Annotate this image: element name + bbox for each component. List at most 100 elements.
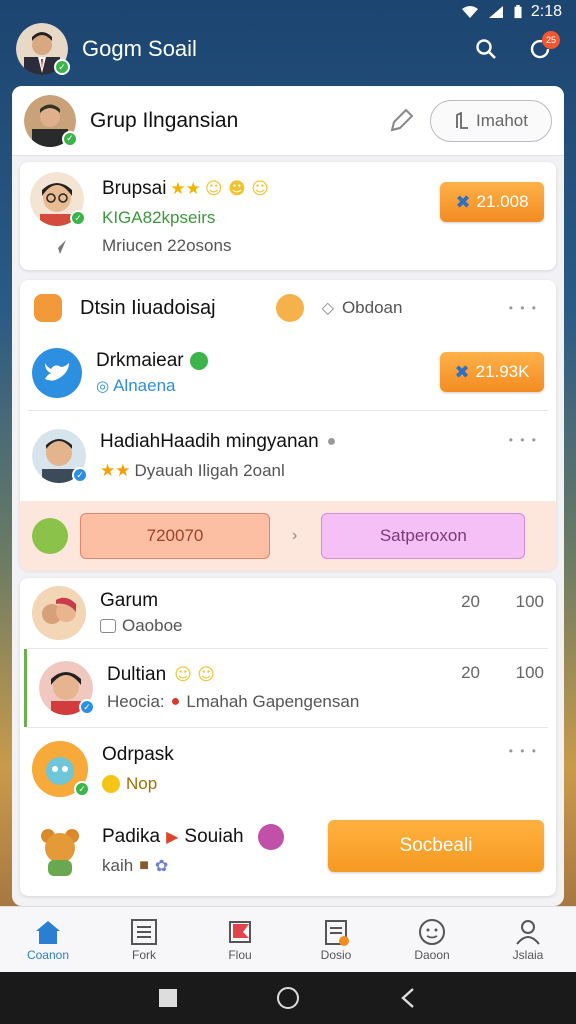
list-item[interactable]: ✓ Odrpask Nop • • •	[20, 728, 556, 810]
item1-name: Drkmaiear	[96, 350, 184, 371]
list-item-num2: 100	[515, 663, 544, 682]
item2-name: HadiahHaadih mingyanan	[100, 431, 319, 452]
nav-social[interactable]: Daoon	[387, 918, 477, 962]
list-avatar: ✓	[39, 661, 95, 715]
recents-icon[interactable]	[159, 989, 177, 1007]
group-avatar[interactable]: ✓	[24, 94, 78, 147]
crossed-tools-icon: ✖	[454, 361, 470, 382]
group-action-button[interactable]: Imahot	[430, 99, 552, 142]
event-header-right: Obdoan	[341, 298, 403, 317]
nav-flag[interactable]: Flou	[195, 918, 285, 962]
chat-list: Garum Oaoboe 20 100 ✓ Dultian ☺ ☺ Heocia…	[20, 578, 556, 896]
list-item[interactable]: Padika ▶ Souiah kaih ■ ✿ Socbeali	[20, 810, 556, 890]
calendar-icon	[34, 294, 62, 322]
search-button[interactable]	[466, 29, 506, 69]
tag-icon: ◇	[321, 300, 334, 317]
burger-icon: ■	[139, 857, 149, 874]
smiley-icon	[419, 918, 445, 945]
twitter-badge-icon: ✓	[72, 467, 88, 483]
face-emoji-icon	[275, 294, 304, 322]
link-icon: ◎	[96, 378, 110, 395]
list-avatar	[32, 822, 88, 878]
location-pin-icon: ●	[170, 693, 181, 710]
twitter-badge-icon: ✓	[79, 699, 95, 715]
app-title: Gogm Soail	[82, 36, 197, 61]
item1-pill-button[interactable]: ✖ 21.93K	[440, 352, 544, 392]
system-nav-bar	[0, 972, 576, 1024]
list-item-num1: 20	[461, 663, 480, 682]
confirm-button-label: Satperoxon	[379, 526, 467, 545]
list-action-label: Socbeali	[399, 835, 473, 856]
home-icon	[36, 920, 60, 944]
reward-pill-value: 21.008	[476, 192, 529, 211]
more-icon[interactable]: • • •	[509, 433, 538, 447]
app-bar: ✓ Gogm Soail 25	[0, 18, 576, 80]
more-icon[interactable]: • • •	[509, 744, 538, 758]
list-item[interactable]: Garum Oaoboe 20 100	[20, 578, 556, 648]
edit-pen-icon[interactable]	[384, 104, 418, 138]
more-icon[interactable]: • • •	[509, 301, 538, 315]
verified-badge-icon: ✓	[74, 781, 90, 797]
card-name: Brupsai	[102, 178, 167, 199]
flag-icon	[229, 920, 251, 943]
list-item-name: Dultian	[107, 664, 167, 685]
main-panel: ✓ Grup Ilngansian Imahot ✓ Brupsai ★★ ☺ …	[12, 86, 564, 906]
list-item-num1: 20	[461, 592, 480, 611]
event-card: Dtsin Iiuadoisaj ◇ Obdoan • • • Drkmaiea…	[20, 280, 556, 571]
leaf-icon: ●	[326, 433, 337, 450]
group-header: ✓ Grup Ilngansian Imahot	[12, 86, 564, 156]
star-icon: ★★	[170, 179, 201, 199]
nav-label: Daoon	[414, 947, 450, 962]
item2-avatar: ✓	[32, 429, 88, 483]
list-item-name: Padika	[102, 826, 161, 847]
nav-label: Fork	[132, 947, 156, 962]
coin-icon	[102, 775, 120, 793]
list-avatar: ✓	[32, 741, 90, 797]
reward-pill-button[interactable]: ✖ 21.008	[440, 182, 544, 222]
nav-tasks[interactable]: Dosio	[291, 918, 381, 962]
list-item-sub: Oaoboe	[122, 616, 183, 635]
list-item-sub: kaih	[102, 856, 134, 875]
event-header-title: Dtsin Iiuadoisaj	[80, 296, 216, 319]
sticker-icon	[257, 824, 284, 850]
amount-button-label: 720070	[146, 526, 204, 545]
item1-sub: Alnaena	[113, 376, 176, 395]
list-item-sub: Nop	[126, 774, 158, 793]
verified-badge-icon: ✓	[54, 59, 70, 75]
nav-label: Flou	[228, 947, 252, 962]
chevron-right-icon: ›	[292, 527, 298, 544]
bottom-nav: Coanon Fork Flou Dosio Daoon Jslaia	[0, 906, 576, 972]
card-subline: KIGA82kpseirs	[102, 208, 216, 227]
confirm-button[interactable]: Satperoxon	[321, 513, 526, 559]
smile-emoji-icon: ☺ ☺	[174, 665, 216, 685]
nav-home[interactable]: Coanon	[3, 918, 93, 962]
crossed-tools-icon: ✖	[455, 191, 471, 212]
battery-icon	[514, 5, 522, 19]
list-item-sub: Lmahah Gapengensan	[186, 692, 360, 711]
verified-badge-icon: ✓	[70, 210, 86, 226]
play-store-icon: ▶	[166, 829, 179, 846]
list-item[interactable]: ✓ Dultian ☺ ☺ Heocia: ● Lmahah Gapengens…	[24, 649, 556, 727]
notifications-button[interactable]: 25	[520, 29, 560, 69]
smile-emoji-icon: ☺ ☻ ☺	[204, 179, 269, 199]
home-circle-icon[interactable]	[277, 987, 299, 1009]
signal-icon	[488, 6, 503, 18]
item1-pill-value: 21.93K	[475, 362, 530, 381]
twitter-bird-avatar	[32, 348, 82, 398]
list-item-name-2: Souiah	[184, 826, 244, 847]
list-action-button[interactable]: Socbeali	[328, 820, 544, 872]
search-icon	[476, 39, 496, 59]
clipboard-icon	[325, 919, 349, 946]
bird-icon	[45, 363, 69, 381]
profile-avatar[interactable]: ✓	[16, 23, 70, 75]
nav-label: Jslaia	[512, 947, 544, 962]
nav-feed[interactable]: Fork	[99, 918, 189, 962]
nav-profile[interactable]: Jslaia	[483, 918, 573, 962]
wifi-icon	[461, 6, 478, 18]
verified-badge-icon: ✓	[62, 130, 78, 147]
featured-card[interactable]: ✓ Brupsai ★★ ☺ ☻ ☺ KIGA82kpseirs Mriucen…	[20, 162, 556, 270]
back-icon[interactable]	[399, 987, 417, 1009]
list-avatar	[32, 586, 86, 640]
notification-count-badge: 25	[542, 31, 560, 49]
amount-button[interactable]: 720070	[80, 513, 270, 559]
